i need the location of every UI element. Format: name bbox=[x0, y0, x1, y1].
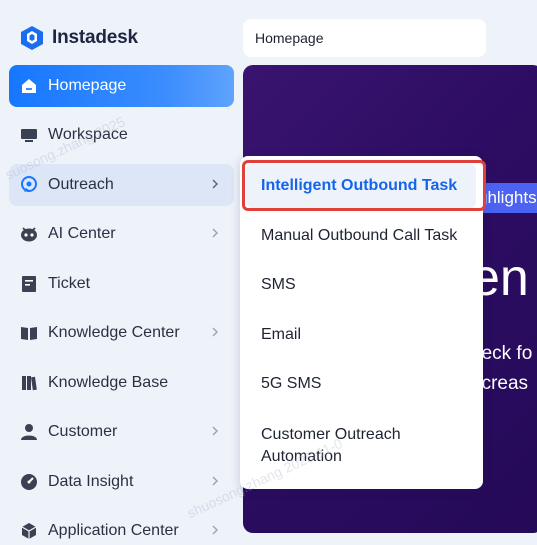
menu-item-sms[interactable]: SMS bbox=[246, 263, 476, 307]
monitor-icon bbox=[20, 126, 38, 144]
sidebar-item-label: Ticket bbox=[48, 275, 91, 292]
sidebar-item-label: Knowledge Base bbox=[48, 374, 169, 391]
sidebar-item-customer[interactable]: Customer bbox=[9, 411, 234, 453]
chevron-right-icon bbox=[208, 474, 222, 488]
menu-item-label: SMS bbox=[261, 276, 296, 293]
sidebar-item-label: Customer bbox=[48, 423, 118, 440]
sidebar-item-ticket[interactable]: Ticket bbox=[9, 263, 234, 305]
chevron-right-icon bbox=[208, 177, 222, 191]
gauge-icon bbox=[20, 473, 38, 491]
sidebar-item-label: Outreach bbox=[48, 176, 114, 193]
sidebar-item-label: Workspace bbox=[48, 126, 128, 143]
tab-label: Homepage bbox=[255, 30, 324, 46]
home-icon bbox=[20, 77, 38, 95]
menu-item-label: Email bbox=[261, 326, 302, 343]
outreach-submenu: Intelligent Outbound Task Manual Outboun… bbox=[240, 156, 483, 489]
sidebar-item-label: Knowledge Center bbox=[48, 324, 180, 341]
app-logo[interactable]: Instadesk bbox=[18, 24, 138, 52]
sidebar-item-knowledge-base[interactable]: Knowledge Base bbox=[9, 362, 234, 404]
sidebar-item-knowledge-center[interactable]: Knowledge Center bbox=[9, 312, 234, 354]
menu-item-customer-outreach-automation[interactable]: Customer Outreach Automation bbox=[246, 418, 446, 474]
sidebar-item-label: Homepage bbox=[48, 77, 127, 94]
sidebar-item-application-center[interactable]: Application Center bbox=[9, 510, 234, 545]
sidebar-item-ai-center[interactable]: AI Center bbox=[9, 213, 234, 255]
sidebar: Instadesk Homepage Workspace Outreach AI… bbox=[0, 0, 240, 545]
sidebar-item-outreach[interactable]: Outreach bbox=[9, 164, 234, 206]
robot-icon bbox=[20, 225, 38, 243]
cube-icon bbox=[20, 522, 38, 540]
sidebar-item-label: Data Insight bbox=[48, 473, 134, 490]
chevron-right-icon bbox=[208, 523, 222, 537]
chat-bubble-icon bbox=[20, 176, 38, 194]
sidebar-item-label: AI Center bbox=[48, 225, 116, 242]
menu-item-label: Intelligent Outbound Task bbox=[261, 177, 458, 194]
chevron-right-icon bbox=[208, 325, 222, 339]
menu-item-label: 5G SMS bbox=[261, 375, 322, 392]
menu-item-5g-sms[interactable]: 5G SMS bbox=[246, 362, 476, 406]
chevron-right-icon bbox=[208, 226, 222, 240]
ticket-icon bbox=[20, 275, 38, 293]
menu-item-intelligent-outbound-task[interactable]: Intelligent Outbound Task bbox=[246, 164, 476, 208]
books-icon bbox=[20, 374, 38, 392]
app-name: Instadesk bbox=[52, 27, 138, 48]
menu-item-label: Customer Outreach Automation bbox=[261, 426, 401, 465]
tab-homepage[interactable]: Homepage bbox=[243, 19, 486, 57]
user-icon bbox=[20, 423, 38, 441]
menu-item-email[interactable]: Email bbox=[246, 313, 476, 357]
chevron-right-icon bbox=[208, 424, 222, 438]
book-open-icon bbox=[20, 324, 38, 342]
sidebar-item-label: Application Center bbox=[48, 522, 179, 539]
instadesk-logo-icon bbox=[21, 26, 43, 50]
menu-item-label: Manual Outbound Call Task bbox=[261, 227, 458, 244]
sidebar-item-homepage[interactable]: Homepage bbox=[9, 65, 234, 107]
sidebar-item-data-insight[interactable]: Data Insight bbox=[9, 461, 234, 503]
menu-item-manual-outbound-call-task[interactable]: Manual Outbound Call Task bbox=[246, 214, 476, 258]
sidebar-item-workspace[interactable]: Workspace bbox=[9, 114, 234, 156]
